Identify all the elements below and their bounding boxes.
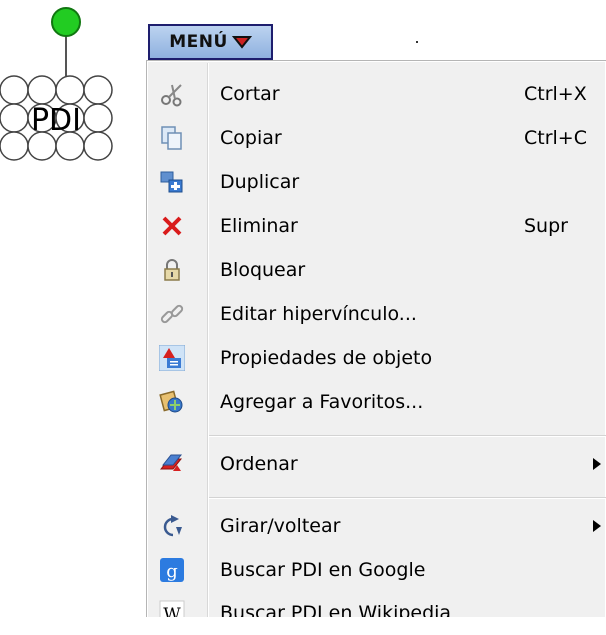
menu-item-label: Propiedades de objeto bbox=[220, 347, 433, 369]
rotate-icon bbox=[163, 515, 182, 537]
menu-item-shortcut: Supr bbox=[524, 215, 568, 237]
duplicate-icon bbox=[160, 171, 183, 193]
menu-item-label: Copiar bbox=[220, 127, 282, 149]
favorites-icon bbox=[159, 390, 183, 413]
menu-item-duplicar[interactable]: Duplicar bbox=[147, 160, 606, 204]
menu-item-label: Girar/voltear bbox=[220, 515, 341, 537]
menu-item-buscar-google[interactable]: g Buscar PDI en Google bbox=[147, 548, 606, 592]
order-icon bbox=[159, 454, 183, 471]
menu-item-buscar-wikipedia[interactable]: W Buscar PDI en Wikipedia bbox=[147, 591, 606, 635]
svg-text:g: g bbox=[166, 561, 178, 582]
submenu-arrow-icon bbox=[593, 458, 601, 470]
properties-icon bbox=[159, 345, 185, 371]
menu-separator bbox=[209, 497, 606, 499]
menu-item-editar-hipervinculo[interactable]: Editar hipervínculo... bbox=[147, 292, 606, 336]
menu-item-copiar[interactable]: Copiar Ctrl+C bbox=[147, 116, 606, 160]
menu-item-cortar[interactable]: Cortar Ctrl+X bbox=[147, 72, 606, 116]
connector-handle[interactable] bbox=[51, 7, 81, 37]
menu-separator bbox=[209, 435, 606, 437]
scissors-icon bbox=[161, 84, 182, 107]
menu-item-ordenar[interactable]: Ordenar bbox=[147, 442, 606, 486]
menu-item-agregar-favoritos[interactable]: Agregar a Favoritos... bbox=[147, 380, 606, 424]
menu-item-bloquear[interactable]: Bloquear bbox=[147, 248, 606, 292]
menu-button-label: MENÚ bbox=[169, 32, 228, 52]
screen-edge bbox=[146, 617, 606, 627]
link-icon bbox=[160, 304, 184, 324]
shape-label: PDI bbox=[31, 103, 81, 138]
menu-item-label: Eliminar bbox=[220, 215, 298, 237]
menu-item-label: Duplicar bbox=[220, 171, 300, 193]
menu-item-label: Ordenar bbox=[220, 453, 298, 475]
menu-button[interactable]: MENÚ bbox=[148, 24, 273, 60]
menu-item-label: Editar hipervínculo... bbox=[220, 303, 417, 325]
submenu-arrow-icon bbox=[593, 520, 601, 532]
menu-item-propiedades[interactable]: Propiedades de objeto bbox=[147, 336, 606, 380]
menu-item-shortcut: Ctrl+X bbox=[524, 83, 587, 105]
lock-icon bbox=[164, 259, 180, 281]
canvas-dot bbox=[416, 41, 418, 43]
menu-item-label: Cortar bbox=[220, 83, 280, 105]
context-menu: Cortar Ctrl+X Copiar Ctrl+C Duplicar Eli… bbox=[146, 60, 606, 627]
delete-x-icon bbox=[162, 216, 182, 236]
menu-item-label: Buscar PDI en Google bbox=[220, 559, 426, 581]
menu-item-shortcut: Ctrl+C bbox=[524, 127, 587, 149]
pdi-shape[interactable]: PDI bbox=[0, 0, 130, 180]
triangle-down-icon bbox=[231, 36, 252, 49]
google-icon: g bbox=[160, 558, 184, 582]
menu-item-eliminar[interactable]: Eliminar Supr bbox=[147, 204, 606, 248]
copy-icon bbox=[161, 126, 182, 150]
menu-item-label: Bloquear bbox=[220, 259, 306, 281]
menu-item-label: Agregar a Favoritos... bbox=[220, 391, 424, 413]
menu-item-girar-voltear[interactable]: Girar/voltear bbox=[147, 504, 606, 548]
